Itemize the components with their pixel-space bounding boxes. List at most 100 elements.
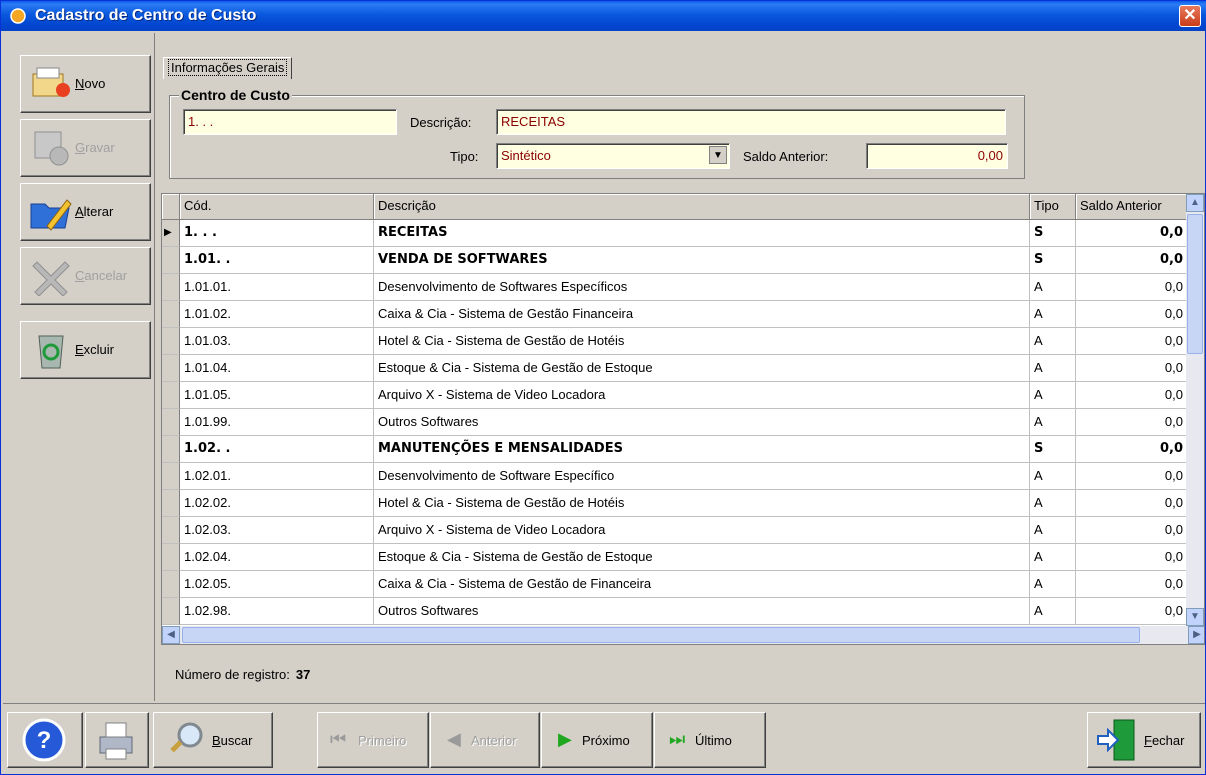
chevron-down-icon[interactable]: ▼ <box>709 146 727 164</box>
scroll-left-icon[interactable]: ◀ <box>162 626 180 644</box>
cell-descricao[interactable]: Caixa & Cia - Sistema de Gestão de Finan… <box>374 571 1030 598</box>
cell-cod[interactable]: 1.02.04. <box>180 544 374 571</box>
tab-informacoes-gerais[interactable]: Informações Gerais <box>163 57 293 79</box>
cell-cod[interactable]: 1.01.01. <box>180 274 374 301</box>
excluir-button[interactable]: Excluir <box>20 321 151 379</box>
cell-cod[interactable]: 1.02.01. <box>180 463 374 490</box>
cell-descricao[interactable]: Desenvolvimento de Software Específico <box>374 463 1030 490</box>
column-header-descricao[interactable]: Descrição <box>374 194 1030 220</box>
help-button[interactable]: ? <box>7 712 83 768</box>
table-row[interactable]: 1.01.05. Arquivo X - Sistema de Video Loc… <box>162 382 1188 409</box>
cell-descricao[interactable]: VENDA DE SOFTWARES <box>374 247 1030 274</box>
cell-cod[interactable]: 1.01.05. <box>180 382 374 409</box>
cell-tipo[interactable]: A <box>1030 274 1076 301</box>
cell-descricao[interactable]: Outros Softwares <box>374 409 1030 436</box>
cell-saldo[interactable]: 0,0 <box>1076 490 1188 517</box>
horizontal-scrollbar[interactable]: ◀ ▶ <box>162 626 1204 644</box>
cell-saldo[interactable]: 0,0 <box>1076 274 1188 301</box>
cell-cod[interactable]: 1.01. . <box>180 247 374 274</box>
cell-saldo[interactable]: 0,0 <box>1076 598 1188 625</box>
cell-descricao[interactable]: Caixa & Cia - Sistema de Gestão Financei… <box>374 301 1030 328</box>
cell-descricao[interactable]: Outros Softwares <box>374 598 1030 625</box>
cell-tipo[interactable]: A <box>1030 409 1076 436</box>
cell-saldo[interactable]: 0,0 <box>1076 247 1188 274</box>
scroll-right-icon[interactable]: ▶ <box>1188 626 1204 644</box>
cell-descricao[interactable]: MANUTENÇÕES E MENSALIDADES <box>374 436 1030 463</box>
cell-cod[interactable]: 1.01.03. <box>180 328 374 355</box>
cell-saldo[interactable]: 0,0 <box>1076 220 1188 247</box>
cell-descricao[interactable]: RECEITAS <box>374 220 1030 247</box>
codigo-field[interactable]: 1. . . <box>183 109 397 135</box>
proximo-button[interactable]: ▶ Próximo <box>541 712 653 768</box>
tipo-select[interactable]: Sintético ▼ <box>496 143 730 169</box>
scroll-up-icon[interactable]: ▲ <box>1186 194 1204 212</box>
cell-tipo[interactable]: S <box>1030 247 1076 274</box>
cell-cod[interactable]: 1.02. . <box>180 436 374 463</box>
cell-saldo[interactable]: 0,0 <box>1076 301 1188 328</box>
column-header-saldo[interactable]: Saldo Anterior <box>1076 194 1188 220</box>
table-row[interactable]: 1.02.02. Hotel & Cia - Sistema de Gestão … <box>162 490 1188 517</box>
table-row[interactable]: ▶ 1. . . RECEITAS S 0,0 <box>162 220 1188 247</box>
cell-descricao[interactable]: Hotel & Cia - Sistema de Gestão de Hotéi… <box>374 328 1030 355</box>
centro-custo-grid[interactable]: Cód. Descrição Tipo Saldo Anterior ▶ 1. .… <box>161 193 1205 645</box>
horizontal-scroll-thumb[interactable] <box>182 627 1140 643</box>
cell-descricao[interactable]: Hotel & Cia - Sistema de Gestão de Hotéi… <box>374 490 1030 517</box>
cell-descricao[interactable]: Estoque & Cia - Sistema de Gestão de Est… <box>374 544 1030 571</box>
fechar-button[interactable]: Fechar <box>1087 712 1201 768</box>
table-row[interactable]: 1.01.04. Estoque & Cia - Sistema de Gestã… <box>162 355 1188 382</box>
table-row[interactable]: 1.01.99. Outros Softwares A 0,0 <box>162 409 1188 436</box>
cell-tipo[interactable]: A <box>1030 463 1076 490</box>
cell-tipo[interactable]: S <box>1030 436 1076 463</box>
cell-cod[interactable]: 1.02.98. <box>180 598 374 625</box>
cell-descricao[interactable]: Estoque & Cia - Sistema de Gestão de Est… <box>374 355 1030 382</box>
anterior-button[interactable]: ◀ Anterior <box>430 712 540 768</box>
table-row[interactable]: 1.02.04. Estoque & Cia - Sistema de Gestã… <box>162 544 1188 571</box>
vertical-scrollbar[interactable]: ▲ ▼ <box>1186 194 1204 626</box>
cell-cod[interactable]: 1.02.05. <box>180 571 374 598</box>
scroll-down-icon[interactable]: ▼ <box>1186 608 1204 626</box>
cell-cod[interactable]: 1. . . <box>180 220 374 247</box>
cell-tipo[interactable]: A <box>1030 301 1076 328</box>
cell-saldo[interactable]: 0,0 <box>1076 382 1188 409</box>
cell-saldo[interactable]: 0,0 <box>1076 571 1188 598</box>
cell-tipo[interactable]: A <box>1030 598 1076 625</box>
cell-tipo[interactable]: A <box>1030 571 1076 598</box>
cell-tipo[interactable]: A <box>1030 517 1076 544</box>
novo-button[interactable]: Novo <box>20 55 151 113</box>
saldo-anterior-field[interactable]: 0,00 <box>866 143 1008 169</box>
cell-cod[interactable]: 1.01.04. <box>180 355 374 382</box>
cell-saldo[interactable]: 0,0 <box>1076 328 1188 355</box>
cell-tipo[interactable]: A <box>1030 355 1076 382</box>
cell-cod[interactable]: 1.01.99. <box>180 409 374 436</box>
cell-tipo[interactable]: A <box>1030 544 1076 571</box>
table-row[interactable]: 1.02. . MANUTENÇÕES E MENSALIDADES S 0,0 <box>162 436 1188 463</box>
cell-saldo[interactable]: 0,0 <box>1076 355 1188 382</box>
cancelar-button[interactable]: Cancelar <box>20 247 151 305</box>
print-button[interactable] <box>85 712 149 768</box>
cell-saldo[interactable]: 0,0 <box>1076 436 1188 463</box>
table-row[interactable]: 1.01.02. Caixa & Cia - Sistema de Gestão … <box>162 301 1188 328</box>
title-bar[interactable]: Cadastro de Centro de Custo ✕ <box>1 1 1206 31</box>
table-row[interactable]: 1.02.05. Caixa & Cia - Sistema de Gestão … <box>162 571 1188 598</box>
close-button[interactable]: ✕ <box>1179 5 1201 27</box>
cell-descricao[interactable]: Arquivo X - Sistema de Video Locadora <box>374 517 1030 544</box>
table-row[interactable]: 1.02.03. Arquivo X - Sistema de Video Loc… <box>162 517 1188 544</box>
cell-tipo[interactable]: S <box>1030 220 1076 247</box>
cell-cod[interactable]: 1.01.02. <box>180 301 374 328</box>
cell-cod[interactable]: 1.02.03. <box>180 517 374 544</box>
cell-tipo[interactable]: A <box>1030 490 1076 517</box>
table-row[interactable]: 1.02.01. Desenvolvimento de Software Espe… <box>162 463 1188 490</box>
vertical-scroll-thumb[interactable] <box>1187 214 1203 354</box>
cell-saldo[interactable]: 0,0 <box>1076 409 1188 436</box>
table-row[interactable]: 1.01.03. Hotel & Cia - Sistema de Gestão … <box>162 328 1188 355</box>
table-row[interactable]: 1.01.01. Desenvolvimento de Softwares Esp… <box>162 274 1188 301</box>
table-row[interactable]: 1.01. . VENDA DE SOFTWARES S 0,0 <box>162 247 1188 274</box>
column-header-cod[interactable]: Cód. <box>180 194 374 220</box>
buscar-button[interactable]: Buscar <box>153 712 273 768</box>
cell-saldo[interactable]: 0,0 <box>1076 544 1188 571</box>
cell-descricao[interactable]: Desenvolvimento de Softwares Específicos <box>374 274 1030 301</box>
cell-cod[interactable]: 1.02.02. <box>180 490 374 517</box>
column-header-tipo[interactable]: Tipo <box>1030 194 1076 220</box>
cell-tipo[interactable]: A <box>1030 382 1076 409</box>
ultimo-button[interactable]: ⏭ Último <box>654 712 766 768</box>
